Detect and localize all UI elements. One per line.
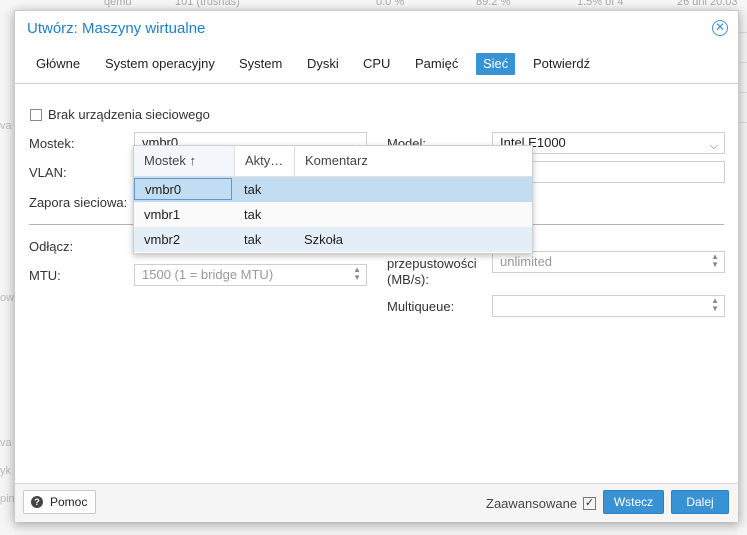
multiqueue-label: Multiqueue: bbox=[387, 299, 455, 314]
mtu-value: 1500 (1 = bridge MTU) bbox=[142, 267, 274, 282]
bg-cell-cpu: 0.0 % bbox=[376, 0, 405, 8]
cell-bridge: vmbr0 bbox=[134, 178, 232, 200]
column-bridge[interactable]: Mostek ↑ bbox=[134, 146, 235, 176]
column-active[interactable]: Akty… bbox=[235, 146, 295, 176]
tab-network[interactable]: Sieć bbox=[476, 53, 516, 75]
tab-cpu[interactable]: CPU bbox=[356, 53, 397, 75]
help-label: Pomoc bbox=[50, 495, 88, 509]
table-row[interactable]: vmbr0 tak bbox=[134, 177, 532, 202]
cell-bridge: vmbr2 bbox=[144, 232, 181, 247]
cell-bridge: vmbr1 bbox=[144, 207, 181, 222]
multiqueue-field[interactable]: ▲ ▼ bbox=[492, 295, 725, 317]
dropdown-header: Mostek ↑ Akty… Komentarz bbox=[134, 146, 532, 177]
cell-comment: Szkoła bbox=[304, 232, 344, 247]
cell-active: tak bbox=[244, 232, 262, 247]
advanced-label: Zaawansowane bbox=[486, 496, 578, 511]
bg-fragment: pin bbox=[0, 493, 14, 505]
spinner-icon[interactable]: ▲ ▼ bbox=[353, 266, 361, 282]
spinner-icon[interactable]: ▲ ▼ bbox=[711, 297, 719, 313]
bg-fragment: va bbox=[0, 437, 12, 449]
advanced-checkbox[interactable]: ✓ bbox=[583, 497, 596, 510]
vlan-label: VLAN: bbox=[29, 165, 67, 180]
mtu-field[interactable]: 1500 (1 = bridge MTU) ▲ ▼ bbox=[134, 264, 367, 286]
tab-os[interactable]: System operacyjny bbox=[98, 53, 222, 75]
tab-confirm[interactable]: Potwierdź bbox=[526, 53, 597, 75]
firewall-label: Zapora sieciowa: bbox=[29, 195, 128, 210]
bandwidth-value: unlimited bbox=[500, 254, 553, 269]
tab-system[interactable]: System bbox=[232, 53, 289, 75]
no-network-label: Brak urządzenia sieciowego bbox=[48, 107, 210, 122]
cell-active: tak bbox=[244, 207, 262, 222]
table-row[interactable]: vmbr2 tak Szkoła bbox=[134, 227, 532, 252]
dialog-titlebar[interactable]: Utwórz: Maszyny wirtualne ✕ bbox=[15, 11, 738, 47]
next-button[interactable]: Dalej bbox=[671, 490, 729, 514]
help-button[interactable]: ? Pomoc bbox=[23, 490, 96, 514]
no-network-checkbox[interactable] bbox=[30, 109, 42, 121]
bg-cell-name: 101 (trusnas) bbox=[175, 0, 240, 8]
cell-active: tak bbox=[244, 182, 262, 197]
bridge-label: Mostek: bbox=[29, 136, 75, 151]
close-icon[interactable]: ✕ bbox=[712, 20, 728, 36]
tab-memory[interactable]: Pamięć bbox=[408, 53, 465, 75]
dialog-title: Utwórz: Maszyny wirtualne bbox=[27, 20, 206, 37]
bg-cell-type: qemu bbox=[104, 0, 132, 8]
spinner-icon[interactable]: ▲ ▼ bbox=[711, 253, 719, 269]
bg-cell-disk: 1.5% of 4 bbox=[577, 0, 624, 8]
question-circle-icon: ? bbox=[31, 496, 43, 508]
wizard-tabs: Główne System operacyjny System Dyski CP… bbox=[15, 47, 738, 84]
background-vm-list-row: qemu 101 (trusnas) 0.0 % 89.2 % 1.5% of … bbox=[0, 0, 747, 10]
bg-cell-uptime: 26 dni 20:03 bbox=[677, 0, 738, 8]
table-row[interactable]: vmbr1 tak bbox=[134, 202, 532, 227]
bandwidth-label: przepustowości (MB/s): bbox=[387, 256, 477, 287]
tab-general[interactable]: Główne bbox=[29, 53, 87, 75]
dialog-footer: ? Pomoc Zaawansowane ✓ Wstecz Dalej bbox=[15, 483, 738, 522]
disconnect-label: Odłącz: bbox=[29, 239, 74, 254]
background-left-panel: va ow va yk pin bbox=[0, 10, 14, 535]
bridge-dropdown-grid: Mostek ↑ Akty… Komentarz vmbr0 tak vmbr1… bbox=[133, 145, 533, 254]
bg-fragment: va bbox=[0, 120, 12, 132]
back-button[interactable]: Wstecz bbox=[603, 490, 664, 514]
bg-fragment: yk bbox=[0, 465, 11, 477]
bg-cell-mem: 89.2 % bbox=[476, 0, 511, 8]
mtu-label: MTU: bbox=[29, 268, 61, 283]
column-comment[interactable]: Komentarz bbox=[295, 146, 532, 176]
create-vm-dialog: Utwórz: Maszyny wirtualne ✕ Główne Syste… bbox=[14, 10, 739, 522]
bg-fragment: ow bbox=[0, 292, 14, 304]
bandwidth-field[interactable]: unlimited ▲ ▼ bbox=[492, 251, 725, 273]
network-form: Brak urządzenia sieciowego Mostek: vmbr0… bbox=[15, 84, 738, 482]
chevron-down-icon[interactable]: ⌵ bbox=[710, 136, 718, 156]
tab-disks[interactable]: Dyski bbox=[300, 53, 346, 75]
